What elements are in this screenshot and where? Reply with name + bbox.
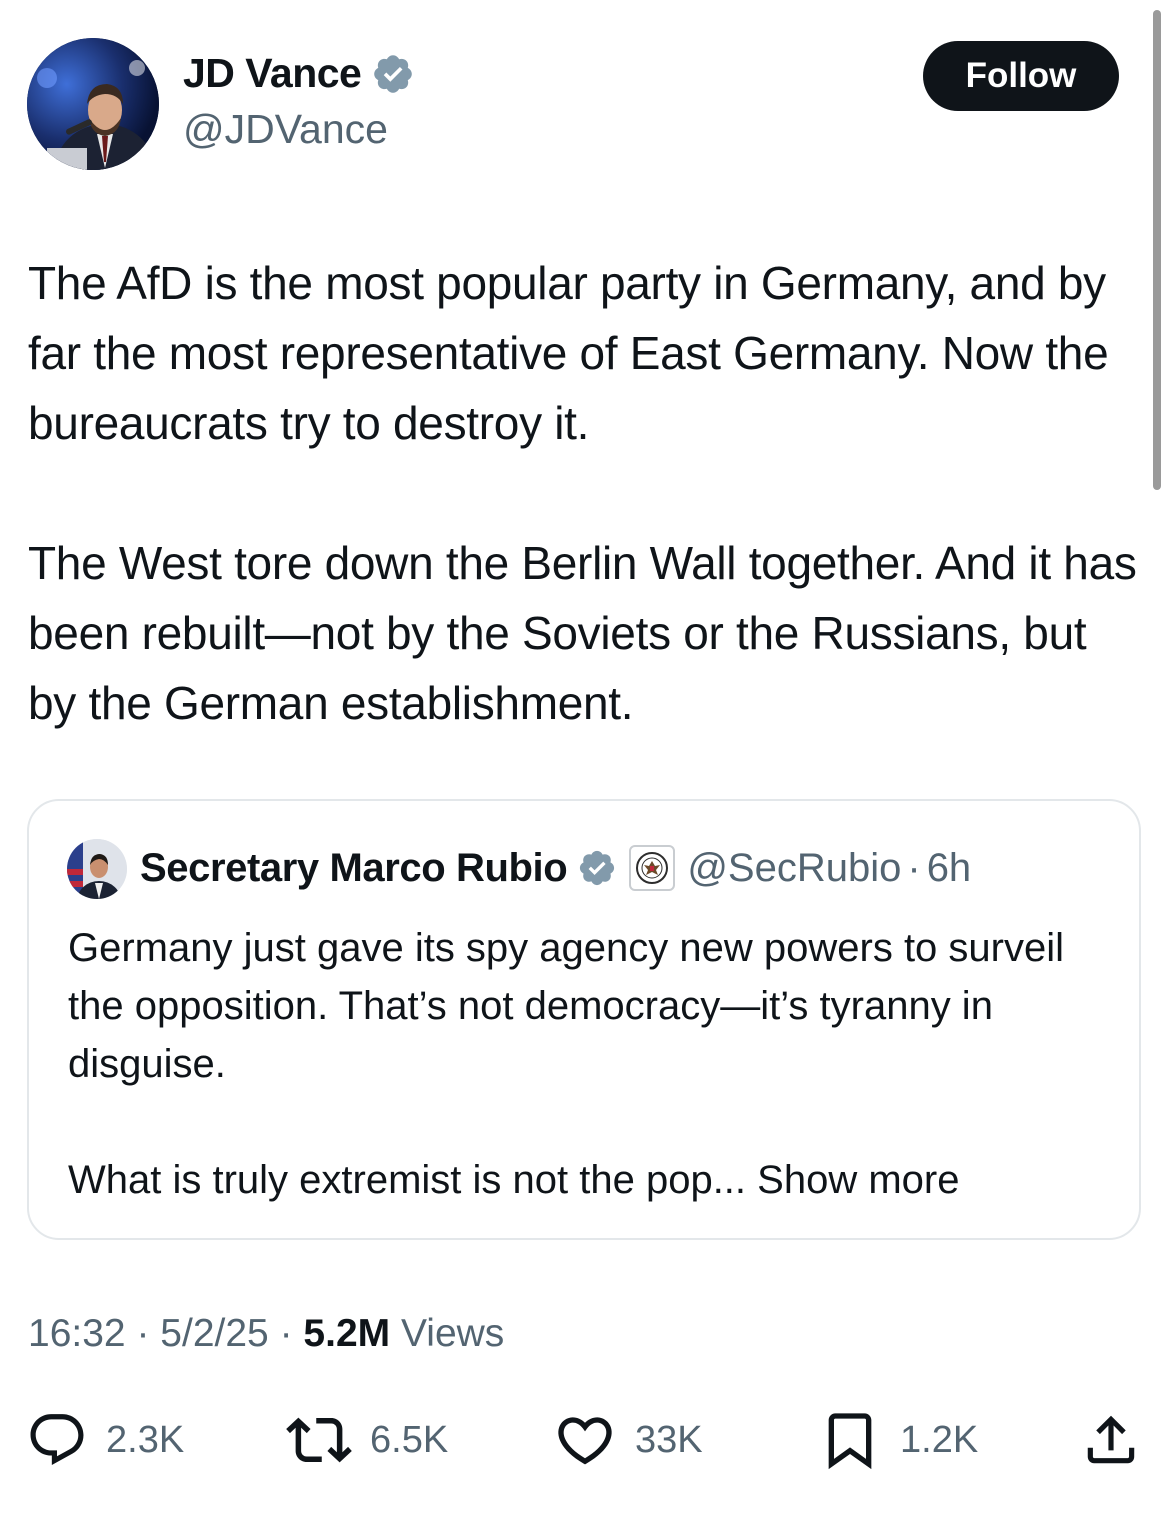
bookmark-icon bbox=[828, 1413, 872, 1470]
quote-paragraph: Germany just gave its spy agency new pow… bbox=[68, 926, 1064, 1086]
separator-dot: · bbox=[136, 1312, 150, 1355]
like-count: 33K bbox=[635, 1418, 703, 1461]
quote-author-name[interactable]: Secretary Marco Rubio bbox=[140, 846, 568, 891]
follow-button[interactable]: Follow bbox=[923, 41, 1119, 111]
author-name[interactable]: JD Vance bbox=[183, 50, 362, 97]
quoted-tweet[interactable]: Secretary Marco Rubio @SecRubio · 6h Ger… bbox=[27, 799, 1141, 1240]
quote-timestamp[interactable]: 6h bbox=[927, 846, 972, 891]
separator-dot: · bbox=[279, 1312, 293, 1355]
verified-badge-icon bbox=[580, 850, 615, 886]
quote-text: Germany just gave its spy agency new pow… bbox=[68, 919, 1118, 1209]
tweet-meta: 16:32 · 5/2/25 · 5.2M Views bbox=[28, 1312, 504, 1356]
share-button[interactable] bbox=[1080, 1405, 1142, 1475]
show-more-link[interactable]: Show more bbox=[757, 1158, 959, 1202]
tweet-text: The AfD is the most popular party in Ger… bbox=[28, 248, 1138, 738]
tweet-paragraph: The West tore down the Berlin Wall toget… bbox=[28, 537, 1137, 729]
quote-paragraph-truncated: What is truly extremist is not the pop..… bbox=[68, 1151, 1118, 1209]
tweet-paragraph: The AfD is the most popular party in Ger… bbox=[28, 257, 1109, 449]
like-icon bbox=[558, 1417, 612, 1465]
author-avatar[interactable] bbox=[27, 38, 159, 170]
repost-count: 6.5K bbox=[370, 1418, 449, 1461]
reply-count: 2.3K bbox=[106, 1418, 185, 1461]
reply-icon bbox=[30, 1414, 84, 1466]
quote-author-avatar[interactable] bbox=[67, 839, 127, 899]
bookmark-button[interactable]: 1.2K bbox=[818, 1405, 978, 1475]
like-button[interactable]: 33K bbox=[553, 1405, 703, 1475]
share-icon bbox=[1087, 1415, 1135, 1464]
avatar-photo-icon bbox=[27, 38, 159, 170]
government-seal-icon bbox=[629, 845, 676, 891]
views-label: Views bbox=[400, 1312, 505, 1355]
views-count: 5.2M bbox=[303, 1312, 391, 1355]
quote-author-handle[interactable]: @SecRubio bbox=[687, 846, 901, 891]
verified-badge-icon bbox=[374, 54, 413, 93]
bookmark-count: 1.2K bbox=[900, 1418, 979, 1461]
tweet-date[interactable]: 5/2/25 bbox=[160, 1312, 268, 1355]
avatar-photo-icon bbox=[67, 839, 127, 899]
tweet-time[interactable]: 16:32 bbox=[28, 1312, 126, 1355]
action-bar: 2.3K 6.5K 33K 1.2K bbox=[0, 1405, 1170, 1475]
repost-icon bbox=[286, 1417, 352, 1463]
quote-paragraph: What is truly extremist is not the pop..… bbox=[68, 1158, 747, 1202]
repost-button[interactable]: 6.5K bbox=[286, 1405, 448, 1475]
separator-dot: · bbox=[907, 845, 921, 890]
scrollbar[interactable] bbox=[1153, 10, 1161, 490]
reply-button[interactable]: 2.3K bbox=[26, 1405, 184, 1475]
author-handle[interactable]: @JDVance bbox=[183, 106, 388, 153]
